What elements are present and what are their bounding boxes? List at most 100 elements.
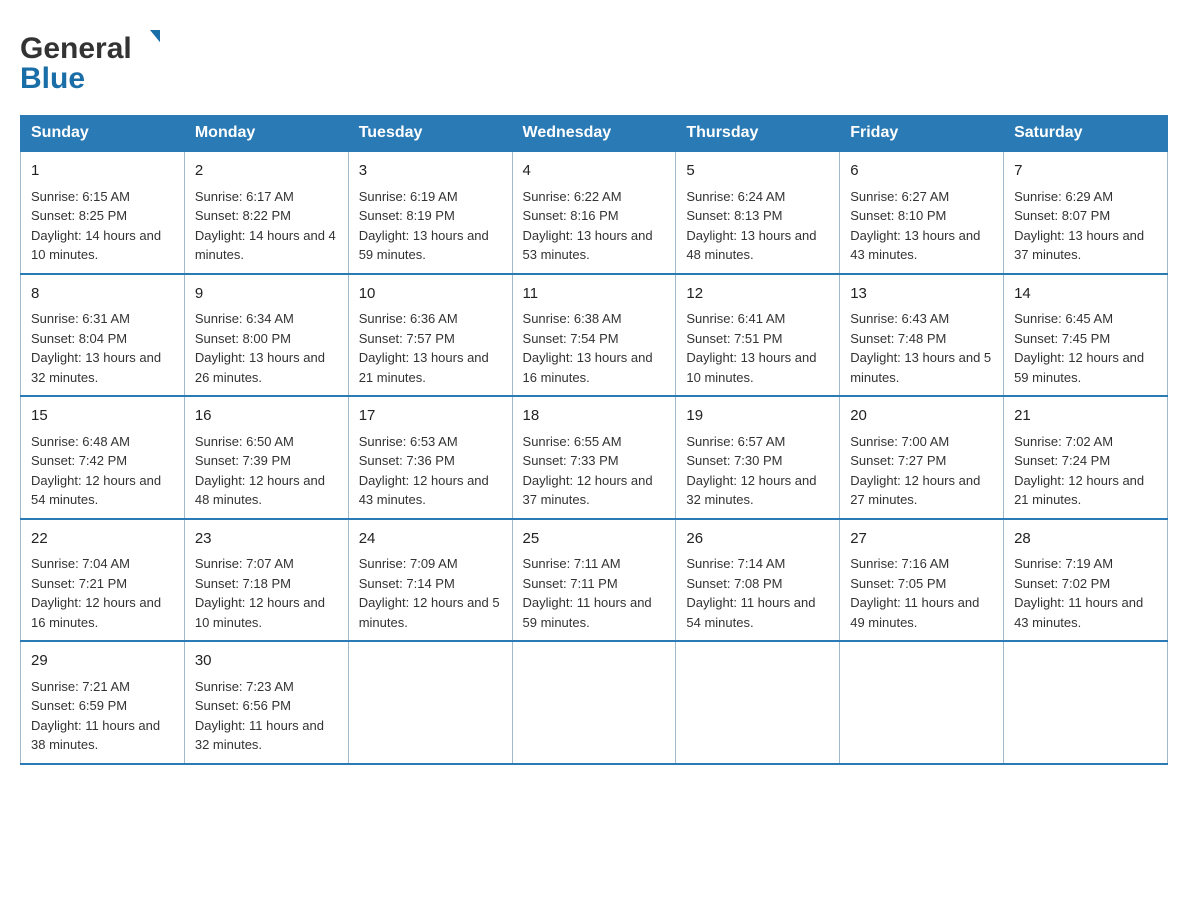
day-number: 4 [523,160,666,183]
day-number: 12 [686,283,829,306]
calendar-cell: 18 Sunrise: 6:55 AMSunset: 7:33 PMDayligh… [512,396,676,519]
day-number: 16 [195,405,338,428]
day-number: 5 [686,160,829,183]
day-number: 22 [31,528,174,551]
day-number: 27 [850,528,993,551]
day-info: Sunrise: 6:29 AMSunset: 8:07 PMDaylight:… [1014,187,1157,265]
calendar-cell: 3Sunrise: 6:19 AMSunset: 8:19 PMDaylight… [348,151,512,274]
calendar-cell: 19 Sunrise: 6:57 AMSunset: 7:30 PMDayligh… [676,396,840,519]
calendar-cell: 2Sunrise: 6:17 AMSunset: 8:22 PMDaylight… [184,151,348,274]
calendar-cell: 30 Sunrise: 7:23 AMSunset: 6:56 PMDayligh… [184,641,348,764]
calendar-cell: 8 Sunrise: 6:31 AMSunset: 8:04 PMDaylight… [21,274,185,397]
calendar-cell: 16 Sunrise: 6:50 AMSunset: 7:39 PMDayligh… [184,396,348,519]
calendar-cell: 6 Sunrise: 6:27 AMSunset: 8:10 PMDaylight… [840,151,1004,274]
calendar-cell [348,641,512,764]
day-info: Sunrise: 7:16 AMSunset: 7:05 PMDaylight:… [850,554,993,632]
calendar-week-row: 29 Sunrise: 7:21 AMSunset: 6:59 PMDayligh… [21,641,1168,764]
calendar-cell: 13Sunrise: 6:43 AMSunset: 7:48 PMDayligh… [840,274,1004,397]
day-info: Sunrise: 6:22 AMSunset: 8:16 PMDaylight:… [523,187,666,265]
calendar-cell [676,641,840,764]
calendar-cell: 26 Sunrise: 7:14 AMSunset: 7:08 PMDayligh… [676,519,840,642]
calendar-week-row: 15 Sunrise: 6:48 AMSunset: 7:42 PMDayligh… [21,396,1168,519]
day-info: Sunrise: 6:15 AMSunset: 8:25 PMDaylight:… [31,187,174,265]
day-number: 30 [195,650,338,673]
day-number: 1 [31,160,174,183]
day-info: Sunrise: 6:36 AMSunset: 7:57 PMDaylight:… [359,309,502,387]
day-number: 18 [523,405,666,428]
day-number: 11 [523,283,666,306]
day-header-friday: Friday [840,116,1004,152]
day-number: 29 [31,650,174,673]
day-header-thursday: Thursday [676,116,840,152]
calendar-cell [1004,641,1168,764]
calendar-cell: 9 Sunrise: 6:34 AMSunset: 8:00 PMDaylight… [184,274,348,397]
calendar-cell: 20 Sunrise: 7:00 AMSunset: 7:27 PMDayligh… [840,396,1004,519]
calendar-cell: 23 Sunrise: 7:07 AMSunset: 7:18 PMDayligh… [184,519,348,642]
day-info: Sunrise: 7:19 AMSunset: 7:02 PMDaylight:… [1014,554,1157,632]
svg-text:General: General [20,32,132,65]
day-info: Sunrise: 6:55 AMSunset: 7:33 PMDaylight:… [523,432,666,510]
day-info: Sunrise: 7:00 AMSunset: 7:27 PMDaylight:… [850,432,993,510]
day-info: Sunrise: 7:04 AMSunset: 7:21 PMDaylight:… [31,554,174,632]
calendar-cell: 5 Sunrise: 6:24 AMSunset: 8:13 PMDaylight… [676,151,840,274]
logo: General Blue [20,20,160,95]
calendar-cell: 12 Sunrise: 6:41 AMSunset: 7:51 PMDayligh… [676,274,840,397]
day-number: 13 [850,283,993,306]
day-number: 6 [850,160,993,183]
day-info: Sunrise: 6:53 AMSunset: 7:36 PMDaylight:… [359,432,502,510]
calendar-cell: 25Sunrise: 7:11 AMSunset: 7:11 PMDayligh… [512,519,676,642]
day-info: Sunrise: 7:23 AMSunset: 6:56 PMDaylight:… [195,677,338,755]
day-info: Sunrise: 7:21 AMSunset: 6:59 PMDaylight:… [31,677,174,755]
day-number: 19 [686,405,829,428]
day-number: 15 [31,405,174,428]
day-header-wednesday: Wednesday [512,116,676,152]
day-info: Sunrise: 6:45 AMSunset: 7:45 PMDaylight:… [1014,309,1157,387]
day-number: 23 [195,528,338,551]
calendar-cell: 11 Sunrise: 6:38 AMSunset: 7:54 PMDayligh… [512,274,676,397]
day-number: 17 [359,405,502,428]
calendar-cell: 22 Sunrise: 7:04 AMSunset: 7:21 PMDayligh… [21,519,185,642]
calendar-cell: 14 Sunrise: 6:45 AMSunset: 7:45 PMDayligh… [1004,274,1168,397]
day-info: Sunrise: 6:17 AMSunset: 8:22 PMDaylight:… [195,187,338,265]
svg-text:Blue: Blue [20,62,85,95]
day-number: 9 [195,283,338,306]
calendar-cell: 1 Sunrise: 6:15 AMSunset: 8:25 PMDaylight… [21,151,185,274]
day-info: Sunrise: 6:41 AMSunset: 7:51 PMDaylight:… [686,309,829,387]
day-info: Sunrise: 6:27 AMSunset: 8:10 PMDaylight:… [850,187,993,265]
day-info: Sunrise: 7:07 AMSunset: 7:18 PMDaylight:… [195,554,338,632]
day-info: Sunrise: 7:09 AMSunset: 7:14 PMDaylight:… [359,554,502,632]
day-info: Sunrise: 6:24 AMSunset: 8:13 PMDaylight:… [686,187,829,265]
day-info: Sunrise: 6:50 AMSunset: 7:39 PMDaylight:… [195,432,338,510]
calendar-cell: 29 Sunrise: 7:21 AMSunset: 6:59 PMDayligh… [21,641,185,764]
day-number: 3 [359,160,502,183]
calendar-cell: 24 Sunrise: 7:09 AMSunset: 7:14 PMDayligh… [348,519,512,642]
calendar-cell: 4 Sunrise: 6:22 AMSunset: 8:16 PMDaylight… [512,151,676,274]
calendar-cell: 28Sunrise: 7:19 AMSunset: 7:02 PMDayligh… [1004,519,1168,642]
calendar-cell: 27 Sunrise: 7:16 AMSunset: 7:05 PMDayligh… [840,519,1004,642]
day-info: Sunrise: 6:31 AMSunset: 8:04 PMDaylight:… [31,309,174,387]
calendar-cell: 17 Sunrise: 6:53 AMSunset: 7:36 PMDayligh… [348,396,512,519]
day-number: 10 [359,283,502,306]
calendar-table: SundayMondayTuesdayWednesdayThursdayFrid… [20,115,1168,765]
day-info: Sunrise: 6:38 AMSunset: 7:54 PMDaylight:… [523,309,666,387]
day-info: Sunrise: 7:14 AMSunset: 7:08 PMDaylight:… [686,554,829,632]
page-header: General Blue [20,20,1168,95]
day-info: Sunrise: 6:57 AMSunset: 7:30 PMDaylight:… [686,432,829,510]
day-number: 26 [686,528,829,551]
calendar-cell: 15 Sunrise: 6:48 AMSunset: 7:42 PMDayligh… [21,396,185,519]
day-number: 24 [359,528,502,551]
calendar-cell: 10 Sunrise: 6:36 AMSunset: 7:57 PMDayligh… [348,274,512,397]
calendar-cell: 21Sunrise: 7:02 AMSunset: 7:24 PMDayligh… [1004,396,1168,519]
calendar-cell: 7 Sunrise: 6:29 AMSunset: 8:07 PMDaylight… [1004,151,1168,274]
calendar-week-row: 1 Sunrise: 6:15 AMSunset: 8:25 PMDaylight… [21,151,1168,274]
day-number: 20 [850,405,993,428]
day-header-tuesday: Tuesday [348,116,512,152]
day-header-sunday: Sunday [21,116,185,152]
day-number: 7 [1014,160,1157,183]
day-number: 14 [1014,283,1157,306]
day-info: Sunrise: 6:34 AMSunset: 8:00 PMDaylight:… [195,309,338,387]
day-number: 8 [31,283,174,306]
calendar-week-row: 22 Sunrise: 7:04 AMSunset: 7:21 PMDayligh… [21,519,1168,642]
day-number: 25 [523,528,666,551]
day-info: Sunrise: 6:48 AMSunset: 7:42 PMDaylight:… [31,432,174,510]
